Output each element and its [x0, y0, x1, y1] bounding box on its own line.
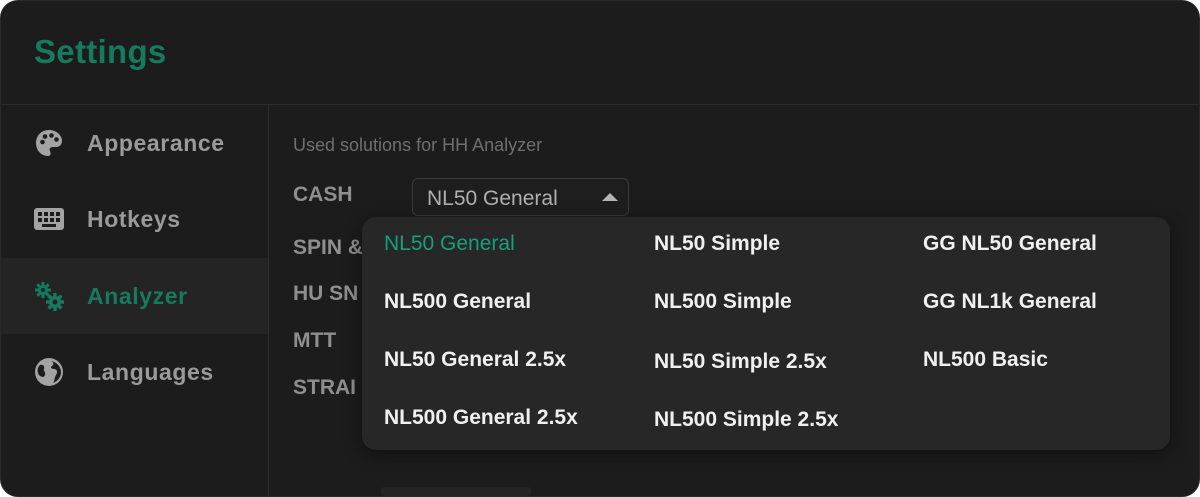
dropdown-option[interactable]: NL500 Simple 2.5x: [654, 408, 838, 432]
dropdown-option[interactable]: NL500 General 2.5x: [384, 406, 578, 430]
select-value: NL50 General: [427, 187, 558, 210]
sidebar-item-hotkeys[interactable]: Hotkeys: [1, 181, 268, 257]
row-label-mtt: MTT: [293, 329, 337, 352]
solution-dropdown-menu: NL50 General NL50 Simple GG NL50 General…: [362, 217, 1170, 450]
dropdown-option[interactable]: NL50 Simple: [654, 232, 780, 256]
keyboard-icon: [33, 203, 65, 235]
row-label-spin: SPIN &: [293, 236, 364, 259]
dropdown-option[interactable]: NL50 General 2.5x: [384, 348, 566, 372]
caret-up-icon: [602, 193, 618, 201]
settings-window: Settings Appearance Hotkeys Analyzer Lan…: [0, 0, 1200, 497]
palette-icon: [33, 127, 65, 159]
row-label-cash: CASH: [293, 183, 353, 206]
dropdown-option[interactable]: NL50 Simple 2.5x: [654, 350, 827, 374]
sidebar-item-languages[interactable]: Languages: [1, 334, 268, 410]
settings-sidebar: Appearance Hotkeys Analyzer Languages: [1, 105, 269, 496]
dropdown-option[interactable]: NL500 Simple: [654, 290, 792, 314]
dropdown-option[interactable]: NL50 General: [384, 232, 515, 256]
sidebar-item-appearance[interactable]: Appearance: [1, 105, 268, 181]
hidden-row-fragment: [381, 487, 531, 496]
gears-icon: [33, 280, 65, 312]
sidebar-item-label: Languages: [87, 358, 214, 385]
settings-header: Settings: [1, 1, 1199, 105]
page-title: Settings: [34, 33, 167, 70]
row-label-hu: HU SN: [293, 282, 359, 305]
sidebar-item-label: Hotkeys: [87, 205, 181, 232]
dropdown-option[interactable]: NL500 Basic: [923, 348, 1048, 372]
section-caption: Used solutions for HH Analyzer: [293, 135, 543, 155]
sidebar-item-analyzer[interactable]: Analyzer: [1, 258, 268, 334]
dropdown-option[interactable]: NL500 General: [384, 290, 531, 314]
dropdown-option[interactable]: GG NL50 General: [923, 232, 1097, 256]
dropdown-option[interactable]: GG NL1k General: [923, 290, 1097, 314]
sidebar-item-label: Analyzer: [87, 282, 188, 309]
cash-solution-select[interactable]: NL50 General: [412, 178, 629, 216]
row-label-strai: STRAI: [293, 376, 356, 399]
sidebar-item-label: Appearance: [87, 129, 225, 156]
globe-icon: [33, 356, 65, 388]
